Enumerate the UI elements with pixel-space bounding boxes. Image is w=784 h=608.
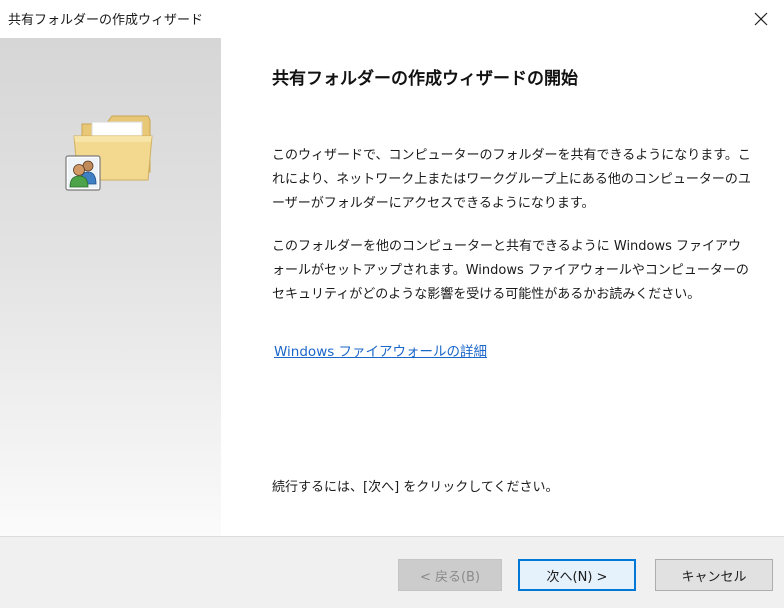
next-button[interactable]: 次へ(N) > [518, 559, 636, 591]
firewall-help-link[interactable]: Windows ファイアウォールの詳細 [274, 340, 487, 360]
page-title: 共有フォルダーの作成ウィザードの開始 [272, 69, 578, 89]
wizard-window: 共有フォルダーの作成ウィザード 共有フォルダーの作成ウィザードの開始 このウィザ… [0, 0, 784, 608]
wizard-side-panel [0, 38, 221, 536]
window-title: 共有フォルダーの作成ウィザード [8, 13, 204, 28]
shared-folder-users-icon [65, 115, 153, 191]
continue-instruction: 続行するには、[次へ] をクリックしてください。 [272, 480, 559, 495]
cancel-button[interactable]: キャンセル [655, 559, 773, 591]
close-button[interactable] [738, 0, 784, 38]
back-button[interactable]: < 戻る(B) [398, 559, 502, 591]
description-paragraph: このウィザードで、コンピューターのフォルダーを共有できるようになります。これによ… [272, 148, 751, 211]
wizard-footer: < 戻る(B) 次へ(N) > キャンセル [0, 537, 784, 608]
title-bar: 共有フォルダーの作成ウィザード [0, 0, 784, 38]
firewall-paragraph: このフォルダーを他のコンピューターと共有できるように Windows ファイアウ… [272, 239, 749, 302]
close-icon [754, 12, 768, 26]
